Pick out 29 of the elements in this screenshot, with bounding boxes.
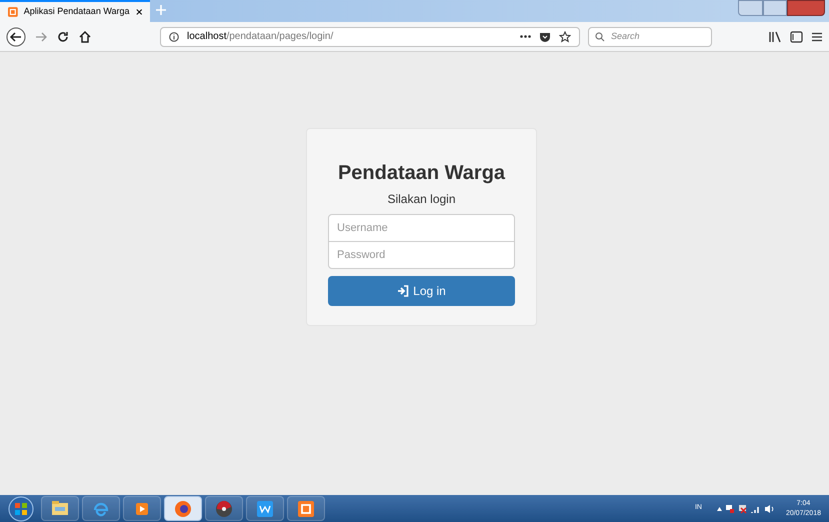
speaker-icon[interactable]	[764, 504, 775, 514]
search-field[interactable]: Search	[588, 26, 712, 46]
menu-icon[interactable]	[811, 30, 823, 42]
forward-icon[interactable]	[34, 30, 48, 44]
login-title: Pendataan Warga	[338, 161, 506, 186]
search-icon	[595, 32, 605, 42]
more-icon[interactable]	[520, 35, 531, 38]
info-icon	[169, 32, 179, 42]
tray-arrow-icon[interactable]	[716, 506, 722, 510]
sign-in-icon	[397, 285, 410, 297]
library-icon[interactable]	[769, 30, 782, 42]
reload-icon[interactable]	[56, 30, 70, 44]
input-field[interactable]: Username	[328, 214, 515, 242]
login-button[interactable]: Log in	[328, 276, 515, 306]
back-icon[interactable]	[6, 26, 26, 46]
browser-tab[interactable]: Aplikasi Pendataan Warga	[0, 0, 150, 22]
url-text: localhost/pendataan/pages/login/	[187, 30, 334, 44]
sidebar-icon[interactable]	[790, 30, 803, 42]
network-icon[interactable]	[738, 504, 748, 514]
shield-icon[interactable]	[539, 30, 551, 42]
home-icon[interactable]	[78, 30, 92, 44]
taskbar-button[interactable]	[164, 496, 202, 521]
input-field[interactable]: Password	[328, 241, 515, 269]
address-bar[interactable]: localhost/pendataan/pages/login/	[160, 26, 580, 46]
star-icon[interactable]	[559, 30, 571, 42]
close-icon[interactable]	[136, 8, 142, 16]
search-placeholder: Search	[611, 30, 640, 43]
login-subtitle: Silakan login	[387, 191, 456, 208]
tab-title: Aplikasi Pendataan Warga	[24, 5, 130, 18]
